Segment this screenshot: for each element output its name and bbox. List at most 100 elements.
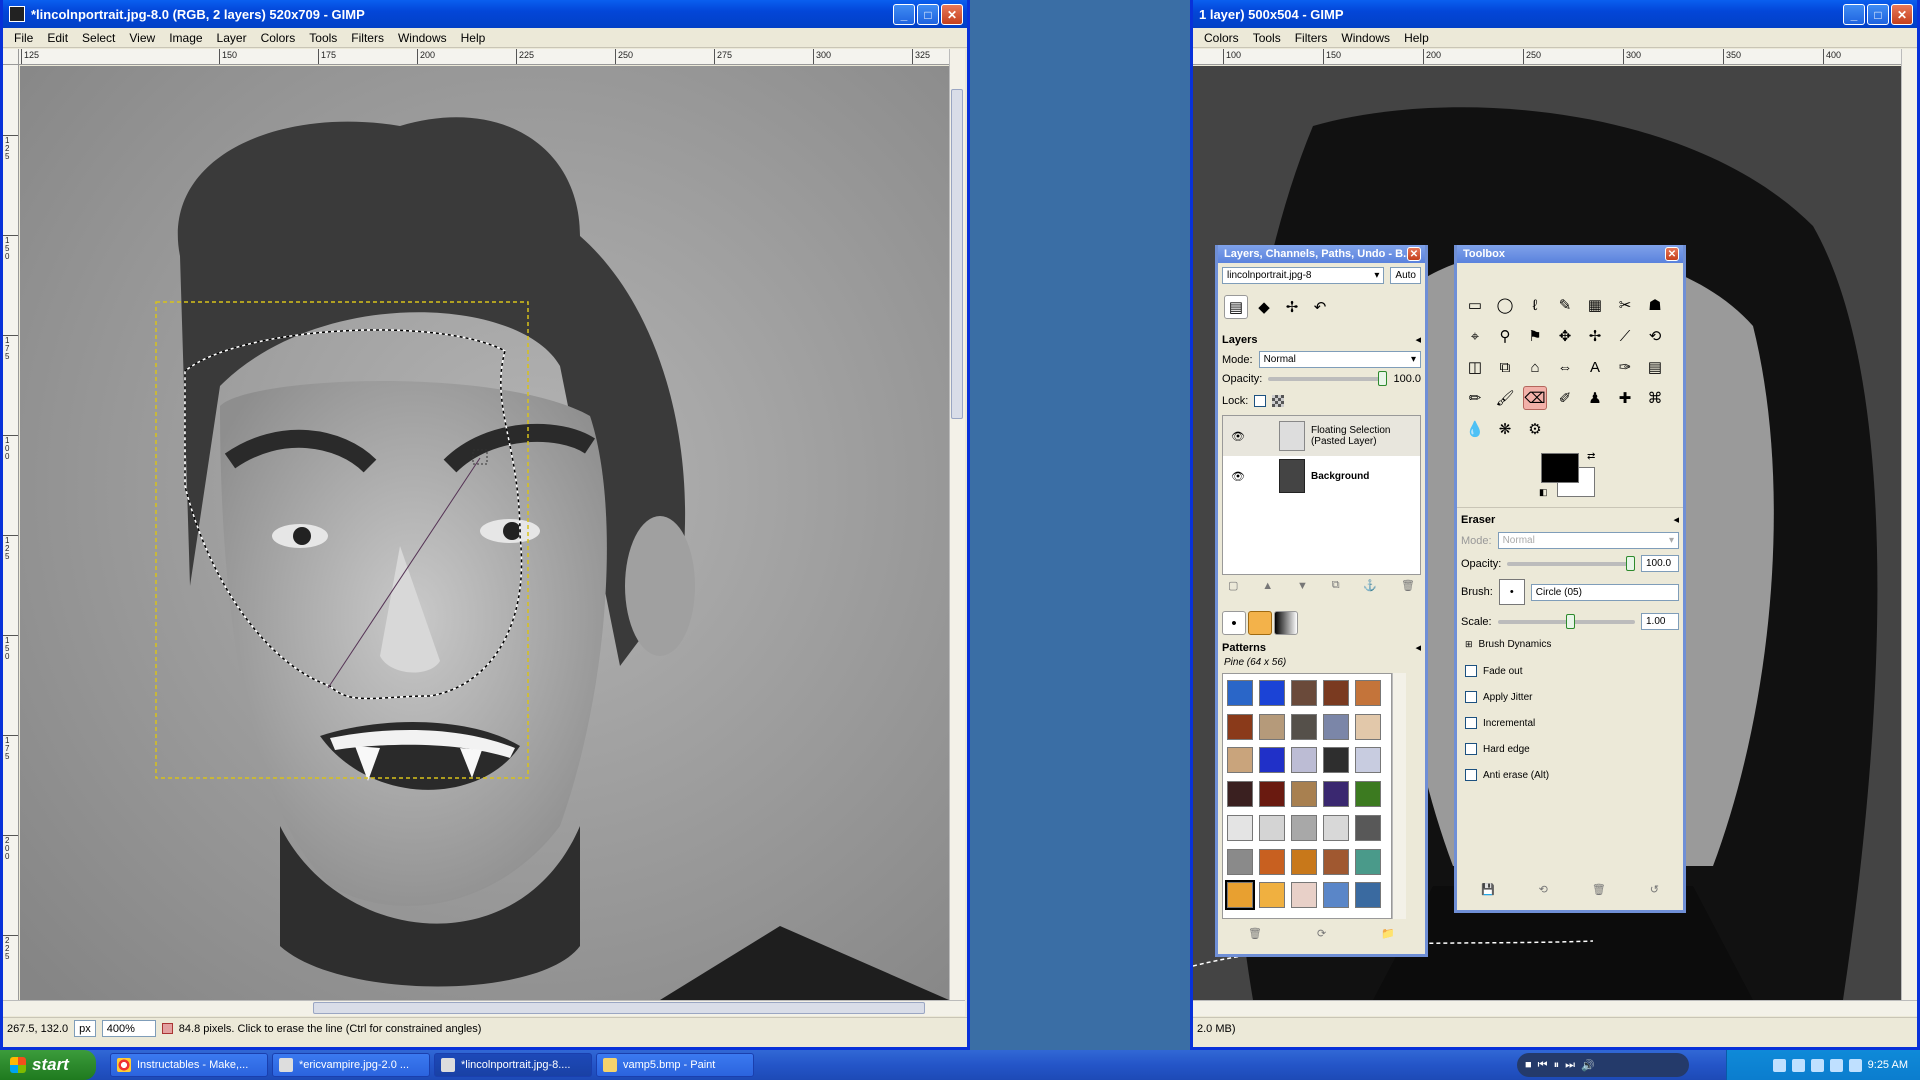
delete-pattern-icon[interactable]: 🗑 [1248, 927, 1262, 940]
pattern-swatch[interactable] [1227, 713, 1253, 740]
delete-options-icon[interactable]: 🗑 [1592, 883, 1606, 896]
paths-icon[interactable]: ⌖ [1463, 324, 1487, 348]
move-icon[interactable]: ✥ [1553, 324, 1577, 348]
measure-icon[interactable]: ⚑ [1523, 324, 1547, 348]
swap-colors-icon[interactable]: ⇄ [1587, 451, 1595, 462]
free-select-icon[interactable]: ℓ [1523, 293, 1547, 317]
smudge-icon[interactable]: ❋ [1493, 417, 1517, 441]
perspective-icon[interactable]: ⌂ [1523, 355, 1547, 379]
hard-edge-checkbox[interactable] [1465, 743, 1477, 755]
pattern-swatch[interactable] [1323, 713, 1349, 740]
anchor-layer-icon[interactable]: ⚓ [1363, 579, 1377, 592]
pattern-swatch[interactable] [1355, 781, 1381, 808]
volume-icon[interactable]: 🔊 [1581, 1059, 1595, 1072]
tab-menu-icon[interactable]: ◂ [1673, 513, 1679, 526]
color-picker-icon[interactable]: ✑ [1613, 355, 1637, 379]
scale-icon[interactable]: ◫ [1463, 355, 1487, 379]
pattern-swatch[interactable] [1225, 880, 1255, 911]
pause-icon[interactable]: ⏸ [1554, 1059, 1560, 1072]
maximize-button[interactable]: □ [917, 4, 939, 25]
clock[interactable]: 9:25 AM [1868, 1059, 1908, 1071]
menu-edit[interactable]: Edit [40, 31, 75, 45]
update-icon[interactable] [1829, 1058, 1843, 1072]
auto-button[interactable]: Auto [1390, 267, 1421, 284]
pattern-swatch[interactable] [1355, 713, 1381, 740]
taskbar-button-lincolnportrait[interactable]: *lincolnportrait.jpg-8.... [434, 1053, 592, 1077]
ink-icon[interactable]: ♟ [1583, 386, 1607, 410]
brush-preview[interactable]: • [1498, 579, 1525, 605]
lock-alpha-checkbox[interactable] [1254, 395, 1267, 407]
mode-select[interactable]: Normal ▾ [1258, 351, 1421, 368]
network-icon[interactable] [1772, 1058, 1786, 1072]
menu-tools[interactable]: Tools [1246, 31, 1288, 45]
incremental-checkbox[interactable] [1465, 717, 1477, 729]
menu-help[interactable]: Help [454, 31, 493, 45]
scroll-thumb[interactable] [951, 89, 963, 419]
undo-tab-icon[interactable]: ↶ [1308, 295, 1332, 319]
tab-menu-icon[interactable]: ◂ [1415, 333, 1421, 346]
pattern-swatch[interactable] [1227, 848, 1253, 875]
layer-row[interactable]: 👁 Floating Selection (Pasted Layer) [1223, 416, 1420, 456]
menu-layer[interactable]: Layer [210, 31, 254, 45]
pattern-swatch[interactable] [1259, 781, 1285, 808]
minimize-button[interactable]: _ [1843, 4, 1865, 25]
vertical-ruler[interactable]: 1 2 5 1 5 0 1 7 5 1 0 0 1 2 5 1 5 0 1 7 … [3, 65, 19, 1000]
taskbar-button-ericvampire[interactable]: *ericvampire.jpg-2.0 ... [272, 1053, 430, 1077]
menu-image[interactable]: Image [162, 31, 209, 45]
paintbrush-icon[interactable]: 🖌 [1493, 386, 1517, 410]
ruler-corner[interactable] [3, 49, 19, 65]
eye-icon[interactable]: 👁 [1231, 470, 1245, 483]
minimize-button[interactable]: _ [893, 4, 915, 25]
dock-title-bar[interactable]: Toolbox [1457, 245, 1683, 263]
paths-tab-icon[interactable]: ✢ [1280, 295, 1304, 319]
menu-windows[interactable]: Windows [1334, 31, 1397, 45]
brush-dynamics-expander[interactable]: Brush Dynamics [1479, 639, 1552, 650]
clone-icon[interactable]: ⌘ [1643, 386, 1667, 410]
menu-filters[interactable]: Filters [344, 31, 391, 45]
menu-help[interactable]: Help [1397, 31, 1436, 45]
pattern-swatch[interactable] [1259, 882, 1285, 909]
gradients-tab-icon[interactable] [1274, 611, 1298, 635]
layers-list[interactable]: 👁 Floating Selection (Pasted Layer) 👁 Ba… [1222, 415, 1421, 575]
pattern-swatch[interactable] [1227, 747, 1253, 774]
foreground-color-swatch[interactable] [1541, 453, 1579, 483]
pattern-swatch[interactable] [1355, 680, 1381, 706]
airbrush-icon[interactable]: ✐ [1553, 386, 1577, 410]
brushes-tab-icon[interactable]: • [1222, 611, 1246, 635]
taskbar-button-paint[interactable]: vamp5.bmp - Paint [596, 1053, 754, 1077]
start-button[interactable]: start [0, 1050, 96, 1080]
menu-select[interactable]: Select [75, 31, 122, 45]
image-canvas[interactable] [20, 66, 949, 1000]
pattern-swatch[interactable] [1355, 848, 1381, 875]
close-button[interactable]: ✕ [941, 4, 963, 25]
monitor-icon[interactable] [1848, 1058, 1862, 1072]
horizontal-ruler[interactable]: 100 150 200 250 300 350 400 [1193, 49, 1901, 65]
stop-icon[interactable]: ■ [1525, 1059, 1532, 1071]
pencil-icon[interactable]: ✏ [1463, 386, 1487, 410]
blur-icon[interactable]: 💧 [1463, 417, 1487, 441]
horizontal-ruler[interactable]: 125 150 175 200 225 250 275 300 325 [19, 49, 949, 65]
pattern-swatch[interactable] [1259, 680, 1285, 706]
pattern-swatch[interactable] [1291, 882, 1317, 909]
vertical-scrollbar[interactable] [949, 49, 965, 1000]
menu-colors[interactable]: Colors [1197, 31, 1246, 45]
pattern-swatch[interactable] [1227, 781, 1253, 808]
opacity-value[interactable]: 100.0 [1393, 373, 1421, 385]
save-options-icon[interactable]: 💾 [1481, 883, 1495, 896]
tab-menu-icon[interactable]: ◂ [1415, 641, 1421, 654]
taskbar-button-instructables[interactable]: Instructables - Make,... [110, 1053, 268, 1077]
heal-icon[interactable]: ✚ [1613, 386, 1637, 410]
horizontal-scrollbar[interactable] [3, 1000, 965, 1016]
refresh-patterns-icon[interactable]: ⟳ [1317, 927, 1326, 940]
zoom-select[interactable]: 400% [101, 1020, 156, 1037]
opacity-slider[interactable] [1507, 555, 1635, 571]
menu-colors[interactable]: Colors [254, 31, 303, 45]
raise-layer-icon[interactable]: ▲ [1262, 580, 1273, 592]
reset-options-icon[interactable]: ↺ [1650, 883, 1659, 896]
pattern-swatch[interactable] [1323, 781, 1349, 808]
security-icon[interactable] [1810, 1058, 1824, 1072]
pattern-swatch[interactable] [1227, 680, 1253, 706]
opacity-slider[interactable] [1268, 371, 1388, 386]
crop-icon[interactable]: ⟋ [1613, 324, 1637, 348]
lower-layer-icon[interactable]: ▼ [1297, 580, 1308, 592]
